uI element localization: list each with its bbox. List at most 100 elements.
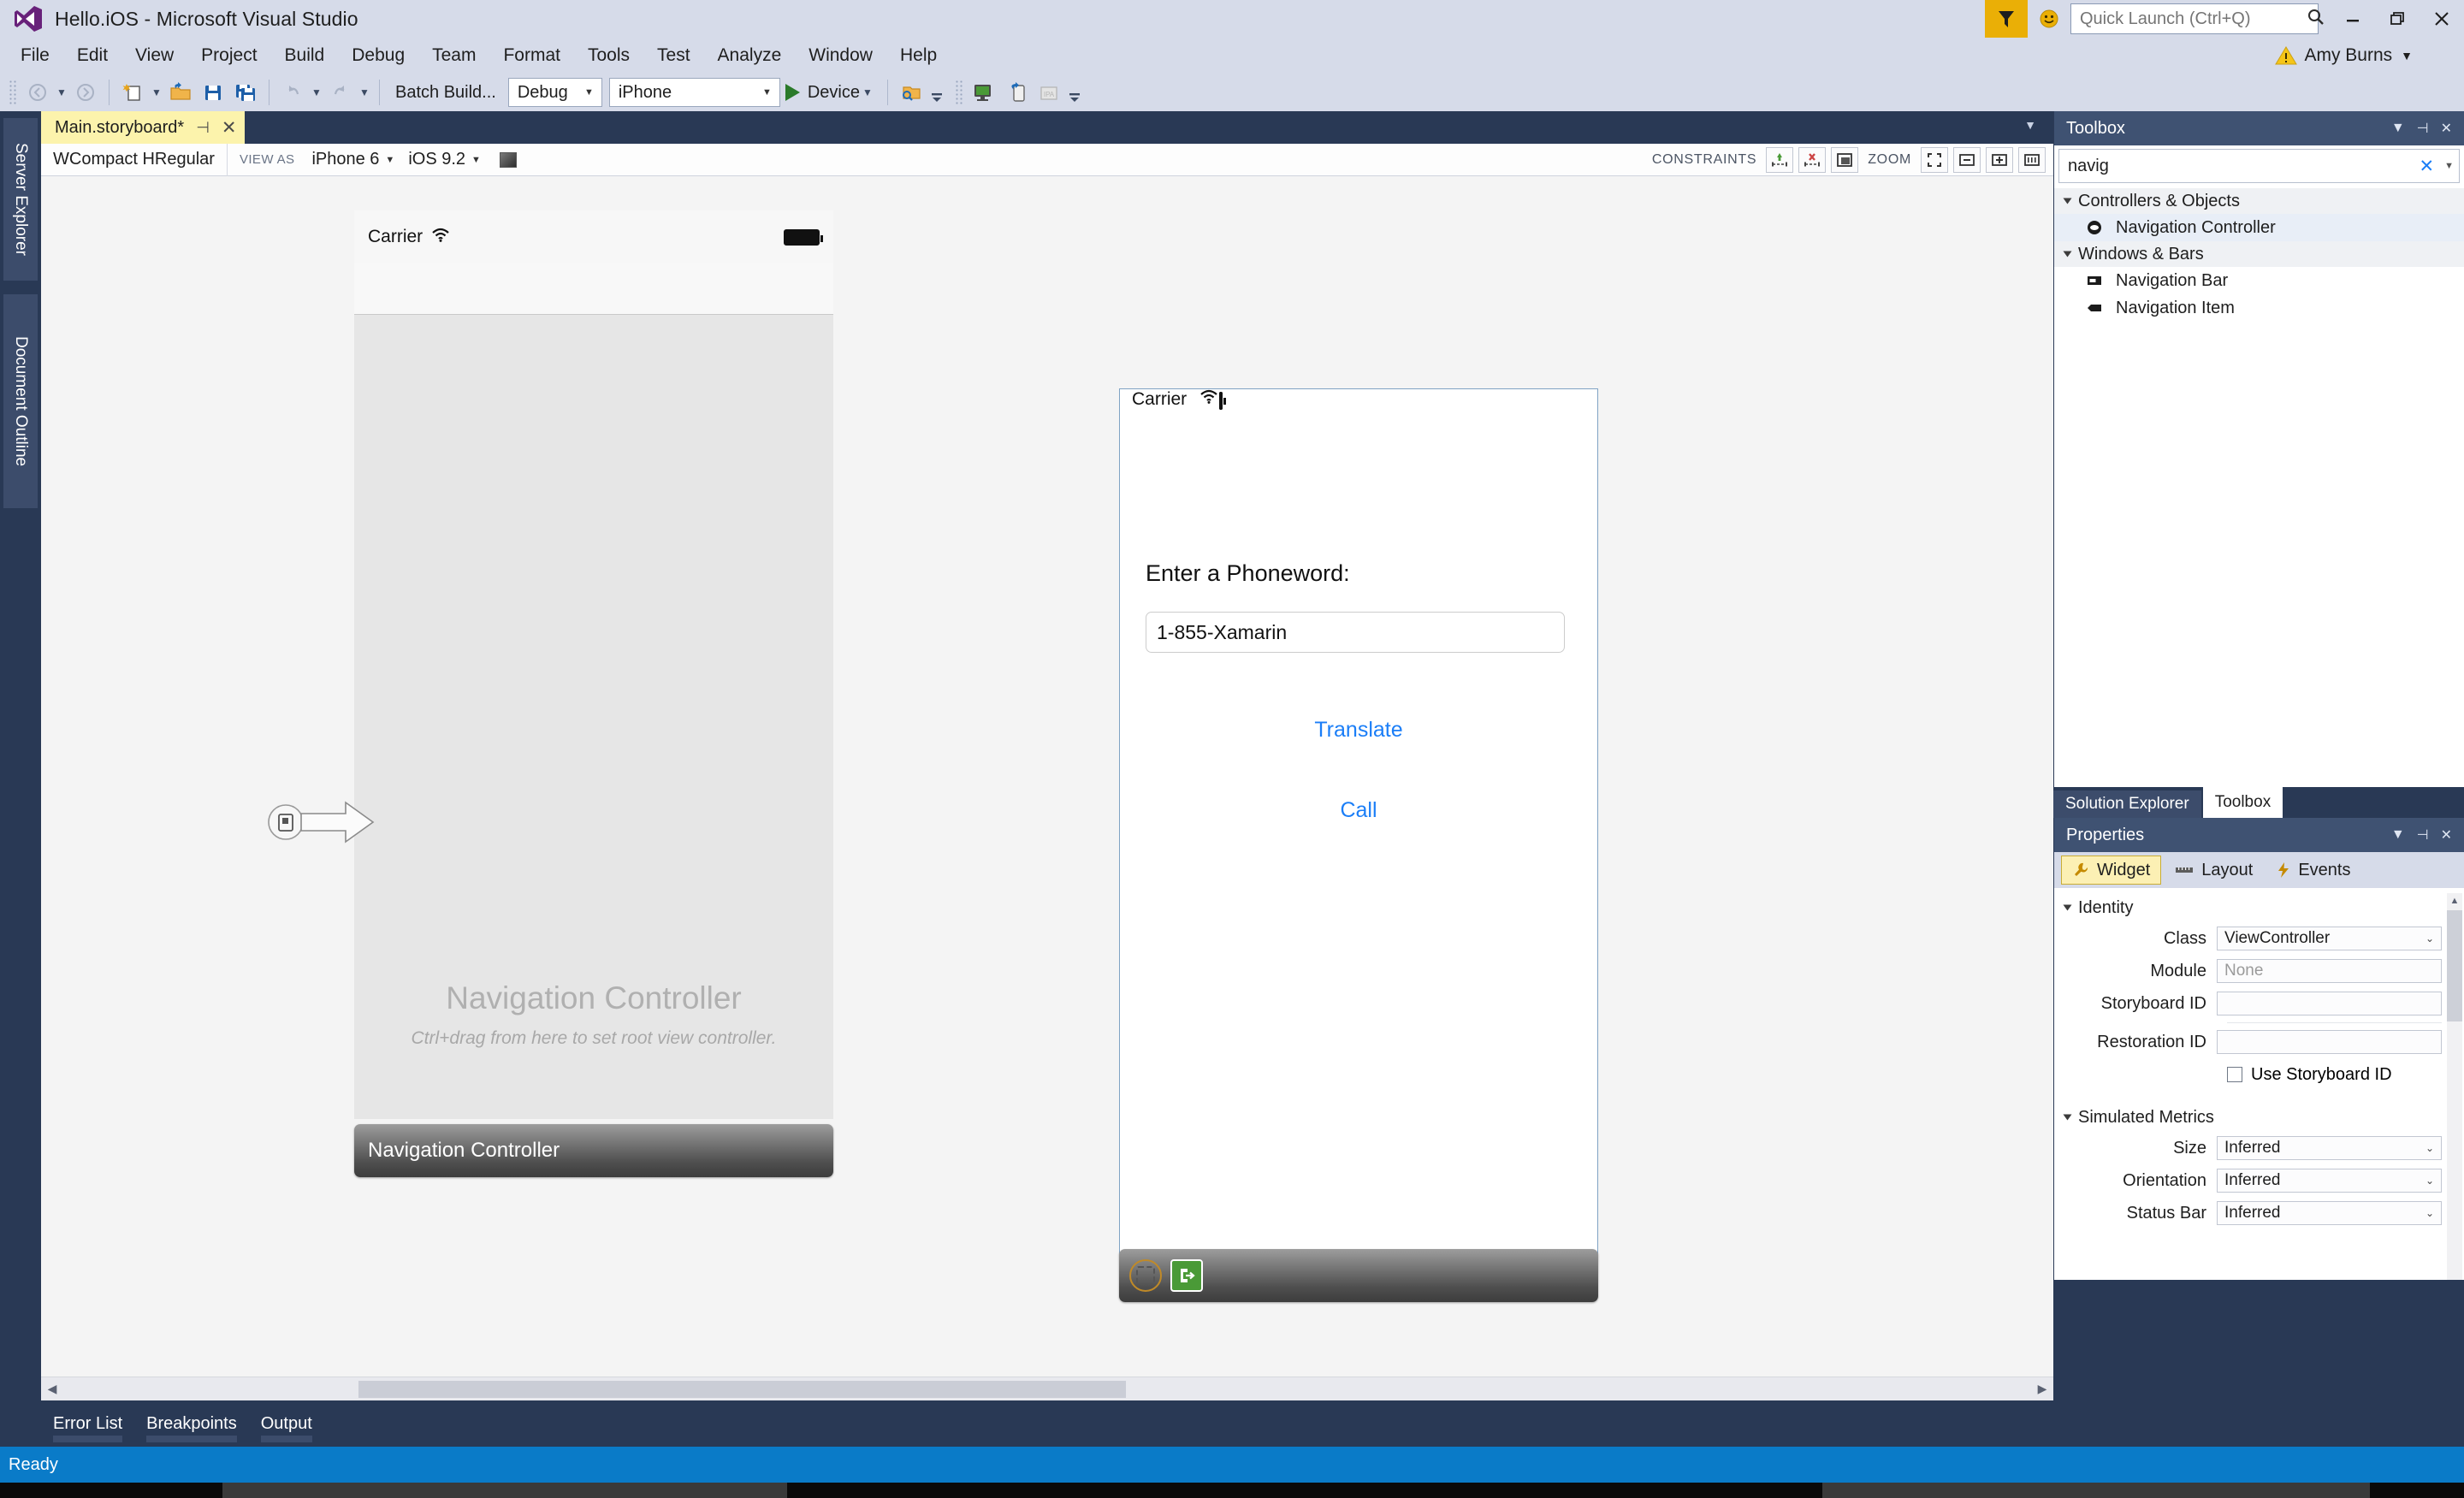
redo-caret-icon[interactable]: ▼ <box>357 76 372 109</box>
toolbox-group-windows-bars[interactable]: Windows & Bars <box>2054 241 2464 267</box>
class-select[interactable]: ViewController ⌄ <box>2217 927 2442 950</box>
menu-item-test[interactable]: Test <box>645 42 702 69</box>
view-as-os-dropdown[interactable]: iOS 9.2 ▼ <box>401 150 488 169</box>
size-select[interactable]: Inferred ⌄ <box>2217 1136 2442 1160</box>
tab-widget[interactable]: Widget <box>2061 856 2162 885</box>
toolbox-item-navigation-controller[interactable]: Navigation Controller <box>2054 214 2464 241</box>
toolbox-search-input[interactable] <box>2068 156 2413 176</box>
zoom-in-icon[interactable] <box>1986 146 2013 173</box>
properties-section-identity[interactable]: Identity <box>2054 893 2464 922</box>
menu-item-help[interactable]: Help <box>888 42 949 69</box>
panel-menu-chevron-icon[interactable]: ▼ <box>2391 121 2405 136</box>
navigation-controller-scene[interactable]: Carrier Navigation Controller Ctrl+drag … <box>354 210 833 1119</box>
tab-breakpoints[interactable]: Breakpoints <box>134 1414 249 1442</box>
batch-build-button[interactable]: Batch Build... <box>387 83 505 103</box>
toolbar-overflow-icon[interactable] <box>927 76 946 109</box>
toolbar-grip-2[interactable] <box>954 80 963 105</box>
toolbox-item-navigation-bar[interactable]: Navigation Bar <box>2054 267 2464 294</box>
menu-item-edit[interactable]: Edit <box>65 42 120 69</box>
phoneword-text-field[interactable]: 1-855-Xamarin <box>1146 612 1565 653</box>
quick-launch-box[interactable] <box>2070 3 2324 34</box>
status-bar-select[interactable]: Inferred ⌄ <box>2217 1201 2442 1225</box>
menu-item-debug[interactable]: Debug <box>340 42 417 69</box>
toolbar-overflow-icon-2[interactable] <box>1065 76 1084 109</box>
navigate-back-icon[interactable] <box>21 76 54 109</box>
zoom-actual-size-icon[interactable] <box>2018 146 2046 173</box>
close-icon[interactable]: ✕ <box>222 117 237 139</box>
tab-layout[interactable]: Layout <box>2165 856 2263 885</box>
tab-error-list[interactable]: Error List <box>41 1414 134 1442</box>
view-controller-scene-footer[interactable] <box>1119 1249 1598 1302</box>
minimize-button[interactable] <box>2331 0 2375 38</box>
menu-item-build[interactable]: Build <box>273 42 337 69</box>
restore-button[interactable] <box>2375 0 2420 38</box>
properties-section-simulated-metrics[interactable]: Simulated Metrics <box>2054 1103 2464 1132</box>
zoom-out-icon[interactable] <box>1953 146 1981 173</box>
first-responder-icon[interactable] <box>1129 1259 1162 1292</box>
close-icon[interactable]: ✕ <box>2441 120 2452 137</box>
menu-item-project[interactable]: Project <box>189 42 269 69</box>
open-file-icon[interactable] <box>164 76 197 109</box>
pin-icon[interactable]: ⊣ <box>196 119 210 137</box>
translate-button[interactable]: Translate <box>1120 718 1597 743</box>
tab-output[interactable]: Output <box>249 1414 324 1442</box>
platform-combo[interactable]: iPhone ▼ <box>608 78 780 107</box>
exit-icon[interactable] <box>1170 1259 1203 1292</box>
scrollbar-track[interactable] <box>63 1378 2031 1400</box>
size-class-indicator[interactable]: WCompact HRegular <box>41 143 228 176</box>
toolbar-grip[interactable] <box>9 80 17 105</box>
panel-menu-chevron-icon[interactable]: ▼ <box>2391 827 2405 843</box>
tab-events[interactable]: Events <box>2266 856 2360 885</box>
close-button[interactable] <box>2420 0 2464 38</box>
storyboard-id-field[interactable] <box>2217 992 2442 1015</box>
call-button[interactable]: Call <box>1120 798 1597 823</box>
tab-solution-explorer[interactable]: Solution Explorer <box>2053 790 2201 818</box>
pin-icon[interactable]: ⊣ <box>2417 826 2429 844</box>
menu-item-team[interactable]: Team <box>420 42 488 69</box>
new-project-caret-icon[interactable]: ▼ <box>149 76 164 109</box>
toolbox-group-controllers-objects[interactable]: Controllers & Objects <box>2054 188 2464 214</box>
tab-list-chevron-icon[interactable]: ▼ <box>2024 118 2045 137</box>
scroll-right-icon[interactable]: ▶ <box>2031 1378 2053 1400</box>
tab-main-storyboard[interactable]: Main.storyboard* ⊣ ✕ <box>41 111 246 144</box>
use-storyboard-id-checkbox[interactable]: Use Storyboard ID <box>2054 1058 2464 1091</box>
scrollbar-thumb[interactable] <box>2447 910 2462 1021</box>
clear-search-icon[interactable]: ✕ <box>2413 156 2442 177</box>
account-area[interactable]: Amy Burns ▼ <box>2275 45 2464 66</box>
navigation-controller-scene-footer[interactable]: Navigation Controller <box>354 1124 833 1177</box>
simulator-icon[interactable] <box>968 76 1000 109</box>
add-constraints-icon[interactable] <box>1766 146 1794 173</box>
configuration-combo[interactable]: Debug ▼ <box>507 78 602 107</box>
new-project-icon[interactable] <box>116 76 149 109</box>
undo-caret-icon[interactable]: ▼ <box>309 76 324 109</box>
view-as-device-dropdown[interactable]: iPhone 6 ▼ <box>305 150 401 169</box>
zoom-fit-icon[interactable] <box>1921 146 1948 173</box>
chevron-down-icon[interactable]: ▼ <box>2401 49 2413 62</box>
feedback-smiley-icon[interactable] <box>2035 0 2064 38</box>
send-feedback-icon[interactable] <box>1985 0 2028 38</box>
menu-item-tools[interactable]: Tools <box>576 42 642 69</box>
menu-item-window[interactable]: Window <box>797 42 885 69</box>
toolbox-item-navigation-item[interactable]: Navigation Item <box>2054 294 2464 322</box>
save-icon[interactable] <box>197 76 229 109</box>
undo-icon[interactable] <box>276 76 309 109</box>
properties-scrollbar[interactable]: ▲ ▼ <box>2447 893 2462 1280</box>
scrollbar-thumb[interactable] <box>358 1380 1126 1398</box>
device-deploy-icon[interactable] <box>1000 76 1033 109</box>
scroll-up-icon[interactable]: ▲ <box>2447 893 2462 909</box>
menu-item-format[interactable]: Format <box>491 42 572 69</box>
restoration-id-field[interactable] <box>2217 1030 2442 1054</box>
tab-toolbox[interactable]: Toolbox <box>2202 787 2283 818</box>
toolbox-search-box[interactable]: ✕ ▼ <box>2058 149 2460 183</box>
initial-view-controller-arrow-icon[interactable] <box>267 792 387 852</box>
sidebar-item-server-explorer[interactable]: Server Explorer <box>3 118 38 281</box>
pin-icon[interactable]: ⊣ <box>2417 120 2429 137</box>
view-controller-scene[interactable]: Carrier Enter a Phoneword: 1-855-Xamarin… <box>1119 388 1598 1259</box>
navigate-forward-icon[interactable] <box>69 76 102 109</box>
navigate-back-caret-icon[interactable]: ▼ <box>54 76 69 109</box>
sidebar-item-document-outline[interactable]: Document Outline <box>3 294 38 508</box>
quick-launch-input[interactable] <box>2080 9 2307 29</box>
menu-item-file[interactable]: File <box>9 42 62 69</box>
canvas-horizontal-scrollbar[interactable]: ◀ ▶ <box>41 1377 2053 1400</box>
scroll-left-icon[interactable]: ◀ <box>41 1378 63 1400</box>
